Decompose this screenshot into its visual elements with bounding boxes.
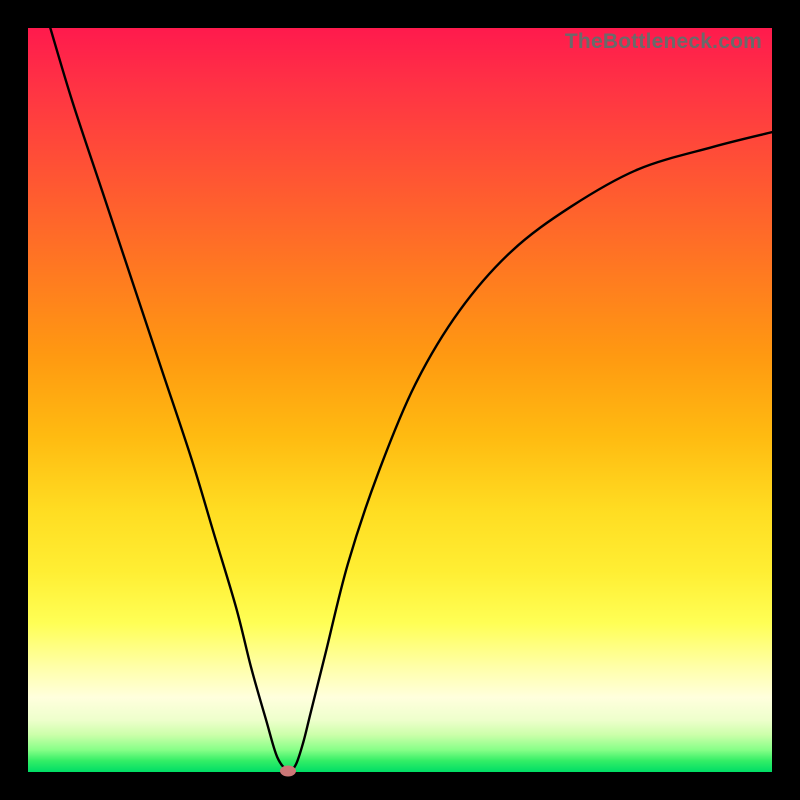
chart-container: TheBottleneck.com [0,0,800,800]
plot-area: TheBottleneck.com [28,28,772,772]
bottleneck-curve [50,28,772,771]
curve-svg [28,28,772,772]
optimum-marker [280,765,296,776]
